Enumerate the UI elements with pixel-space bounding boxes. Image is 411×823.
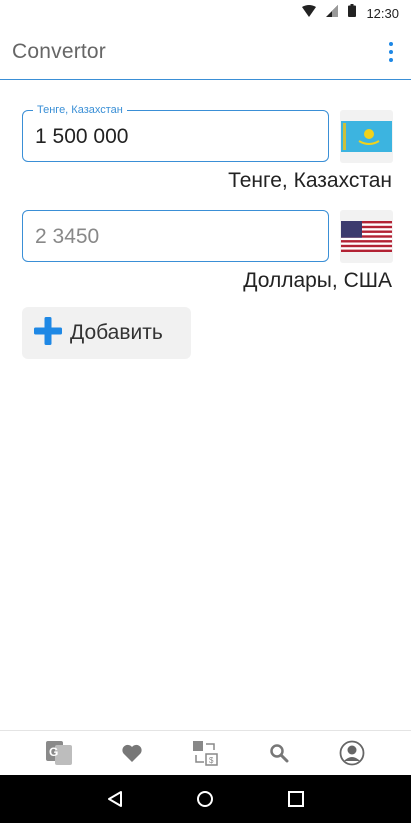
kzt-amount-input[interactable] (35, 124, 315, 150)
status-icons: 12:30 (302, 4, 399, 22)
account-icon[interactable] (337, 738, 367, 768)
heart-icon[interactable] (117, 738, 147, 768)
recents-icon[interactable] (284, 787, 308, 811)
app-bar: Convertor (0, 24, 411, 80)
currency-exchange-icon[interactable]: $ (190, 738, 220, 768)
signal-icon (326, 4, 339, 22)
more-vert-icon[interactable] (387, 42, 395, 62)
svg-text:G: G (49, 745, 58, 759)
svg-text:$: $ (209, 756, 214, 765)
usd-amount-input[interactable] (35, 224, 315, 250)
system-navigation-bar (0, 775, 411, 823)
kzt-field-label: Тенге, Казахстан (33, 103, 127, 117)
add-currency-button[interactable]: Добавить (22, 307, 191, 359)
home-icon[interactable] (193, 787, 217, 811)
kzt-currency-name: Тенге, Казахстан (228, 169, 392, 192)
battery-icon (348, 4, 357, 22)
kzt-amount-field[interactable]: Тенге, Казахстан (22, 103, 329, 162)
back-icon[interactable] (103, 787, 127, 811)
usa-flag-icon[interactable] (340, 210, 393, 263)
translate-icon[interactable]: G (44, 738, 74, 768)
add-button-label: Добавить (70, 321, 163, 344)
kazakhstan-flag-icon[interactable] (340, 110, 393, 163)
app-title: Convertor (12, 40, 107, 63)
status-time: 12:30 (366, 5, 399, 21)
bottom-navigation: G $ (0, 730, 411, 775)
status-bar: 12:30 (0, 0, 411, 24)
usd-currency-name: Доллары, США (243, 269, 392, 292)
search-icon[interactable] (264, 738, 294, 768)
wifi-icon (302, 4, 317, 22)
usd-amount-field[interactable] (22, 210, 329, 262)
plus-icon (34, 316, 62, 350)
